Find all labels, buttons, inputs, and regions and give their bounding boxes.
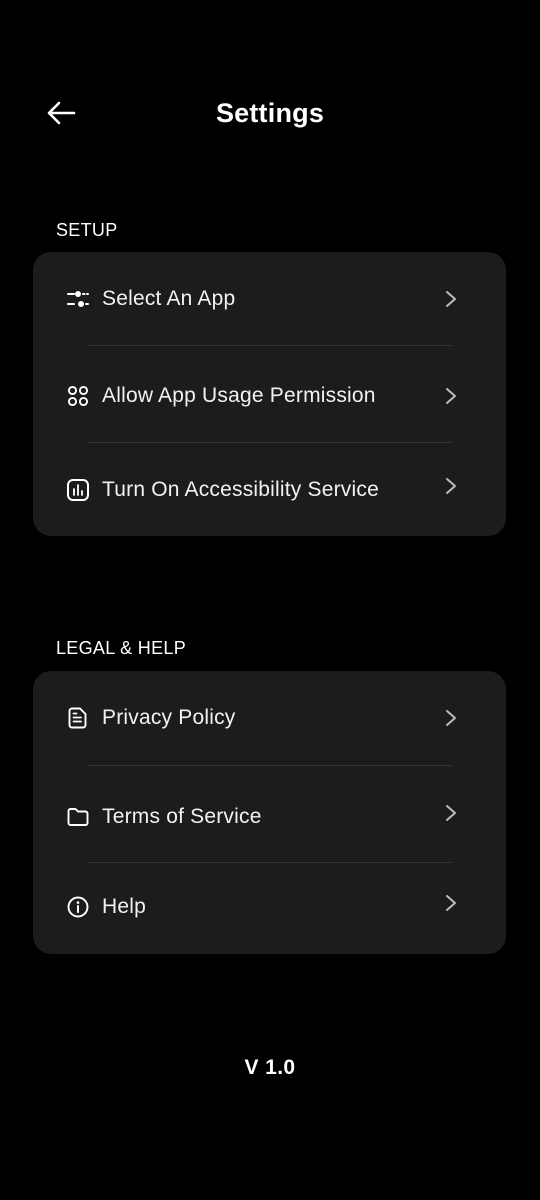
chevron-right-icon	[441, 803, 461, 823]
folder-icon	[66, 805, 90, 829]
divider	[88, 862, 451, 863]
grid-dots-icon	[66, 384, 90, 408]
privacy-policy-label: Privacy Policy	[102, 706, 236, 729]
divider	[88, 765, 451, 766]
terms-of-service-item[interactable]: Terms of Service	[33, 787, 506, 847]
select-an-app-item[interactable]: Select An App	[33, 269, 506, 329]
allow-app-usage-permission-item[interactable]: Allow App Usage Permission	[33, 366, 506, 426]
select-an-app-label: Select An App	[102, 287, 236, 310]
chevron-right-icon	[441, 289, 461, 309]
chevron-right-icon	[441, 893, 461, 913]
help-label: Help	[102, 895, 146, 918]
bar-chart-icon	[66, 478, 90, 502]
version-label: V 1.0	[244, 1056, 296, 1079]
privacy-policy-item[interactable]: Privacy Policy	[33, 688, 506, 748]
turn-on-accessibility-service-label: Turn On Accessibility Service	[102, 478, 379, 501]
legal-help-card: Privacy Policy Terms of Service Help	[33, 671, 506, 954]
setup-card: Select An App Allow App Usage Permission	[33, 252, 506, 536]
divider	[88, 442, 451, 443]
terms-of-service-label: Terms of Service	[102, 805, 262, 828]
info-icon	[66, 895, 90, 919]
divider	[88, 345, 451, 346]
turn-on-accessibility-service-item[interactable]: Turn On Accessibility Service	[33, 460, 506, 520]
help-item[interactable]: Help	[33, 877, 506, 937]
chevron-right-icon	[441, 476, 461, 496]
chevron-right-icon	[441, 386, 461, 406]
document-icon	[66, 706, 90, 730]
allow-app-usage-permission-label: Allow App Usage Permission	[102, 384, 376, 407]
sliders-icon	[66, 287, 90, 311]
page-title: Settings	[215, 98, 325, 128]
section-label-setup: SETUP	[56, 220, 118, 240]
chevron-right-icon	[441, 708, 461, 728]
section-label-legal-help: LEGAL & HELP	[56, 638, 186, 658]
